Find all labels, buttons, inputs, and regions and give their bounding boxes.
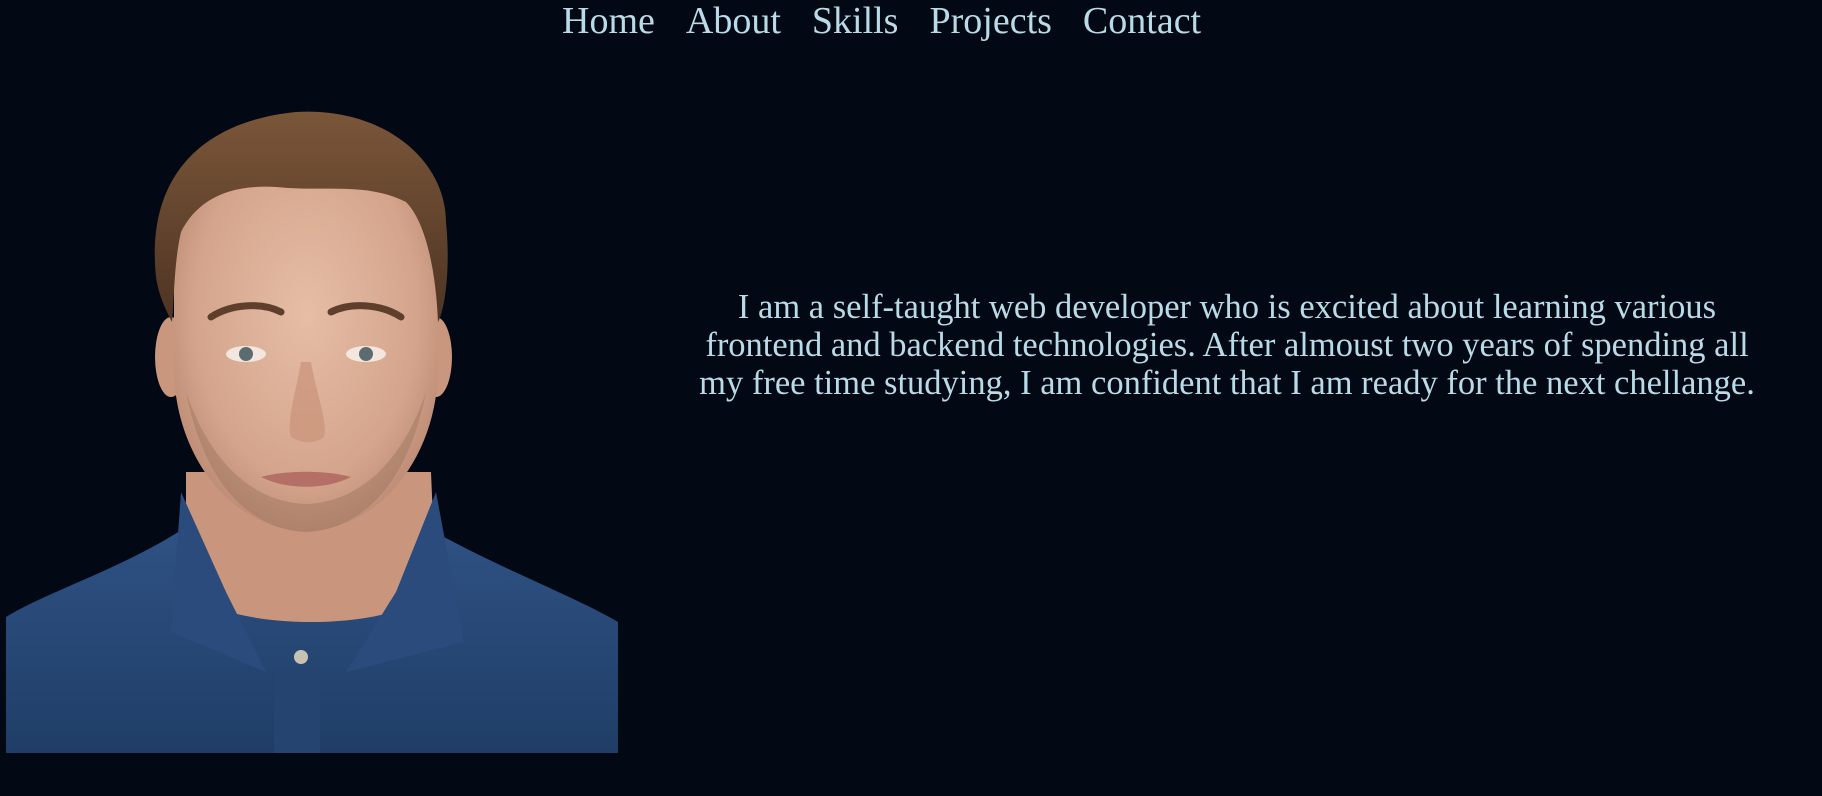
nav-home-link[interactable]: Home	[562, 0, 655, 42]
shirt-placket	[274, 667, 320, 753]
nav-contact-link[interactable]: Contact	[1083, 0, 1201, 42]
main-nav: Home About Skills Projects Contact	[562, 0, 1201, 42]
profile-photo	[6, 111, 618, 753]
nav-projects-link[interactable]: Projects	[929, 0, 1051, 42]
nav-skills-link[interactable]: Skills	[812, 0, 899, 42]
nav-about-link[interactable]: About	[686, 0, 781, 42]
about-paragraph: I am a self-taught web developer who is …	[699, 287, 1755, 402]
shirt-button	[294, 650, 308, 664]
